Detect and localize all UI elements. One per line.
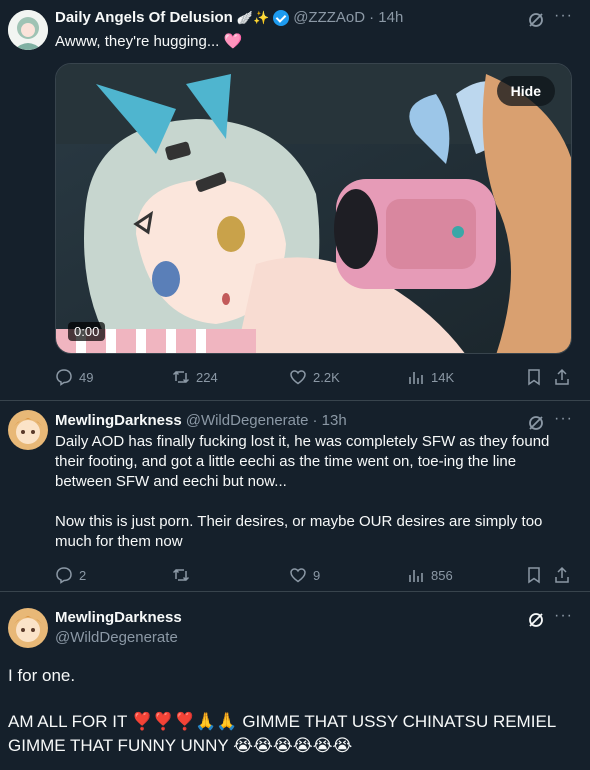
reply-icon	[56, 567, 72, 584]
reply-button[interactable]: 2	[55, 566, 86, 584]
share-button[interactable]	[553, 566, 577, 584]
bookmark-button[interactable]	[525, 368, 549, 386]
reply-count: 2	[79, 567, 87, 583]
views-icon	[409, 372, 423, 384]
name-emoji: 🪽✨	[236, 9, 270, 25]
text-line: their footing, and got a little eechi as…	[55, 453, 517, 470]
share-icon	[555, 368, 569, 385]
repost-button[interactable]	[172, 566, 196, 584]
tweet-text: Awww, they're hugging... 🩷	[55, 33, 243, 50]
tweet-1[interactable]: Daily Angels Of Delusion 🪽✨ @ZZZAoD · 14…	[0, 0, 590, 400]
reply-icon	[56, 369, 72, 386]
tweet-text: Daily AOD has finally fucking lost it, h…	[55, 432, 580, 552]
tweet-text-line: GIMME THAT FUNNY UNNY 😭😭😭😭😭😭	[8, 736, 353, 755]
author-name[interactable]: Daily Angels Of Delusion	[55, 9, 233, 26]
text-line: much for them now	[55, 533, 183, 550]
hide-button[interactable]: Hide	[496, 76, 555, 106]
share-button[interactable]	[553, 368, 577, 386]
author-name[interactable]: MewlingDarkness	[55, 412, 182, 429]
more-icon[interactable]: ···	[554, 607, 573, 625]
bookmark-button[interactable]	[525, 566, 549, 584]
reply-count: 49	[79, 369, 94, 385]
views-button[interactable]: 856	[407, 566, 453, 584]
like-count: 9	[313, 567, 321, 583]
bookmark-icon	[528, 369, 540, 386]
media-video[interactable]: Hide 0:00	[55, 63, 572, 354]
more-icon[interactable]: ···	[554, 7, 573, 25]
more-icon[interactable]: ···	[554, 410, 573, 428]
video-time: 0:00	[68, 322, 106, 341]
like-icon	[290, 568, 306, 583]
like-icon	[290, 370, 306, 385]
like-count: 2.2K	[313, 369, 340, 385]
views-count: 856	[431, 567, 453, 583]
text-line: Now this is just porn. Their desires, or…	[55, 513, 543, 530]
bookmark-icon	[528, 567, 540, 584]
avatar[interactable]	[8, 608, 48, 648]
repost-icon	[172, 370, 190, 384]
tweet-2[interactable]: MewlingDarkness @WildDegenerate · 13h ··…	[0, 401, 590, 590]
like-button[interactable]: 9	[289, 566, 320, 584]
like-button[interactable]: 2.2K	[289, 368, 340, 386]
share-icon	[555, 566, 569, 583]
tweet-text-line: I for one.	[8, 666, 76, 685]
author-handle[interactable]: @ZZZAoD	[293, 9, 365, 26]
text-line: Daily AOD has finally fucking lost it, h…	[55, 433, 550, 450]
views-button[interactable]: 14K	[407, 368, 454, 386]
tweet-text-line: AM ALL FOR IT ❣️❣️❣️🙏🙏 GIMME THAT USSY C…	[8, 712, 557, 731]
author-handle[interactable]: @WildDegenerate	[186, 412, 309, 429]
grok-icon[interactable]	[527, 11, 545, 29]
tweet-time[interactable]: · 13h	[313, 412, 347, 429]
video-thumbnail	[56, 64, 571, 353]
action-bar: 49 224 2.2K 14K	[55, 368, 575, 388]
grok-icon[interactable]	[527, 611, 545, 629]
tweet-time[interactable]: · 14h	[369, 9, 403, 26]
repost-icon	[172, 568, 190, 582]
grok-icon[interactable]	[527, 414, 545, 432]
repost-count: 224	[196, 369, 218, 385]
repost-button[interactable]: 224	[172, 368, 218, 386]
author-handle[interactable]: @WildDegenerate	[55, 629, 178, 646]
tweet-3[interactable]: MewlingDarkness @WildDegenerate ··· I fo…	[0, 592, 590, 770]
avatar[interactable]	[8, 10, 48, 50]
action-bar: 2 9 856	[55, 566, 575, 586]
reply-button[interactable]: 49	[55, 368, 93, 386]
text-line: between SFW and eechi but now...	[55, 473, 287, 490]
views-count: 14K	[431, 369, 455, 385]
avatar[interactable]	[8, 410, 48, 450]
author-name[interactable]: MewlingDarkness	[55, 609, 182, 626]
views-icon	[409, 570, 423, 582]
verified-icon	[273, 9, 290, 26]
